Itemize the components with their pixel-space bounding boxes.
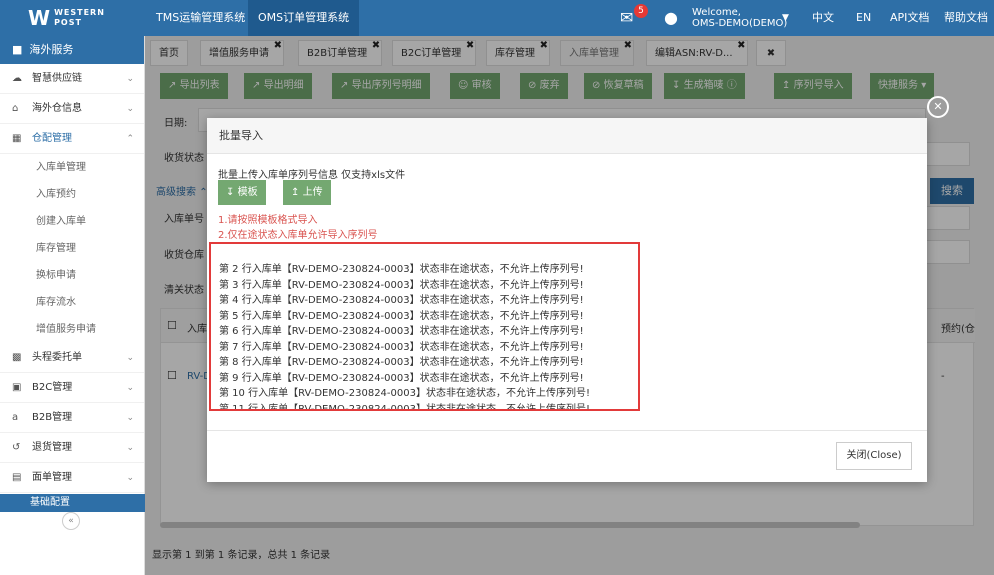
sidebar-item-warehouse-mgmt[interactable]: ▦ 仓配管理 ⌃ (0, 124, 144, 154)
chevron-up-icon: ⌃ (126, 134, 134, 144)
sidebar-subitem-create-inbound[interactable]: 创建入库单 (0, 208, 144, 235)
error-line: 第 3 行入库单【RV-DEMO-230824-0003】状态非在途状态，不允许… (219, 279, 584, 291)
sidebar-item-label: B2C管理 (32, 382, 73, 393)
sidebar-item-label: 头程委托单 (32, 352, 82, 363)
sidebar-item-returns[interactable]: ↺ 退货管理 ⌄ (0, 433, 144, 463)
api-doc-link[interactable]: API文档 (890, 0, 929, 36)
error-line: 第 5 行入库单【RV-DEMO-230824-0003】状态非在途状态，不允许… (219, 310, 584, 322)
template-button[interactable]: ↧ 模板 (218, 180, 266, 205)
cart-icon: ▣ (12, 382, 22, 393)
sidebar-item-label: 海外仓信息 (32, 103, 82, 114)
sidebar-subitem-inventory[interactable]: 库存管理 (0, 235, 144, 262)
document-icon: ▤ (12, 472, 22, 483)
error-line: 第 7 行入库单【RV-DEMO-230824-0003】状态非在途状态，不允许… (219, 341, 584, 353)
sidebar-header-label: 海外服务 (29, 43, 74, 56)
sidebar-item-label: B2B管理 (32, 412, 73, 423)
button-label: 模板 (237, 187, 258, 198)
error-line: 第 6 行入库单【RV-DEMO-230824-0003】状态非在途状态，不允许… (219, 326, 584, 337)
chevron-down-icon: ⌄ (126, 443, 134, 453)
error-line: 第 8 行入库单【RV-DEMO-230824-0003】状态非在途状态，不允许… (219, 357, 584, 368)
top-bar: W WESTERN POST TMS运输管理系统 OMS订单管理系统 ✉ 5 ●… (0, 0, 994, 36)
note-line-2: 2.仅在途状态入库单允许导入序列号 (218, 230, 378, 241)
welcome-text: Welcome, (692, 7, 741, 18)
chevron-down-icon: ⌄ (126, 383, 134, 393)
sidebar-item-warehouse-info[interactable]: ⌂ 海外仓信息 ⌄ (0, 94, 144, 124)
close-button[interactable]: 关闭(Close) (836, 442, 912, 470)
sidebar: ■ 海外服务 ☁ 智慧供应链 ⌄ ⌂ 海外仓信息 ⌄ ▦ 仓配管理 ⌃ 入库单管理 入库预约… (0, 36, 145, 575)
sidebar-subitem-inbound[interactable]: 入库单管理 (0, 154, 144, 181)
lang-en-link[interactable]: EN (856, 0, 871, 36)
modal-close-icon[interactable]: ✕ (927, 96, 949, 118)
sidebar-item-label: 退货管理 (32, 442, 72, 453)
modal-title: 批量导入 (207, 118, 927, 154)
lang-zh-link[interactable]: 中文 (812, 0, 834, 36)
upload-button[interactable]: ↥ 上传 (283, 180, 331, 205)
briefcase-icon: ▩ (12, 352, 22, 363)
sidebar-subitem-appointment[interactable]: 入库预约 (0, 181, 144, 208)
sidebar-subitem-vas[interactable]: 增值服务申请 (0, 316, 144, 343)
cloud-icon: ☁ (12, 73, 22, 84)
error-line: 第 10 行入库单【RV-DEMO-230824-0003】状态非在途状态，不允… (219, 388, 590, 399)
tms-system-tab[interactable]: TMS运输管理系统 (146, 0, 255, 36)
welcome-user[interactable]: Welcome, OMS-DEMO(DEMO) (692, 7, 787, 29)
logo-mark: W (28, 6, 50, 30)
logo-line1: WESTERN (54, 8, 105, 17)
button-label: 上传 (302, 187, 323, 198)
sidebar-subitem-stock-flow[interactable]: 库存流水 (0, 289, 144, 316)
sidebar-item-b2c[interactable]: ▣ B2C管理 ⌄ (0, 373, 144, 403)
modal-divider (207, 430, 927, 431)
error-line: 第 2 行入库单【RV-DEMO-230824-0003】状态非在途状态，不允许… (219, 264, 584, 275)
user-avatar-icon[interactable]: ● (664, 0, 678, 36)
sidebar-subitem-relabel[interactable]: 换标申请 (0, 262, 144, 289)
chevron-down-icon: ⌄ (126, 413, 134, 423)
home-icon: ⌂ (12, 103, 19, 114)
help-doc-link[interactable]: 帮助文档 (944, 0, 988, 36)
sidebar-item-label: 智慧供应链 (32, 73, 82, 84)
logo-line2: POST (54, 18, 82, 27)
grid-icon: ▦ (12, 133, 22, 144)
folder-icon: ■ (12, 43, 23, 56)
sidebar-item-label: 仓配管理 (32, 133, 72, 144)
download-icon: ↧ (226, 187, 235, 198)
sidebar-item-label: 面单管理 (32, 472, 72, 483)
sidebar-item-first-leg[interactable]: ▩ 头程委托单 ⌄ (0, 343, 144, 373)
sidebar-item-b2b[interactable]: a B2B管理 ⌄ (0, 403, 144, 433)
username-text: OMS-DEMO(DEMO) (692, 18, 788, 29)
mail-count-badge: 5 (634, 4, 648, 18)
error-line: 第 11 行入库单【RV-DEMO-230824-0003】状态非在途状态，不允… (219, 403, 590, 411)
sidebar-header[interactable]: ■ 海外服务 (0, 36, 144, 64)
amazon-icon: a (12, 412, 19, 423)
user-dropdown-icon[interactable]: ▼ (782, 0, 789, 36)
sidebar-collapse-icon[interactable]: « (62, 512, 80, 530)
oms-system-tab[interactable]: OMS订单管理系统 (248, 0, 360, 36)
chevron-down-icon: ⌄ (126, 473, 134, 483)
modal-description: 批量上传入库单序列号信息 仅支持xls文件 (218, 170, 406, 181)
error-message-box[interactable]: 第 2 行入库单【RV-DEMO-230824-0003】状态非在途状态，不允许… (209, 242, 640, 411)
mail-icon[interactable]: ✉ (620, 0, 633, 36)
note-line-1: 1.请按照模板格式导入 (218, 215, 318, 226)
sidebar-item-labels[interactable]: ▤ 面单管理 ⌄ (0, 463, 144, 493)
undo-icon: ↺ (12, 442, 21, 453)
chevron-down-icon: ⌄ (126, 104, 134, 114)
chevron-down-icon: ⌄ (126, 74, 134, 84)
upload-icon: ↥ (291, 187, 300, 198)
sidebar-item-supply-chain[interactable]: ☁ 智慧供应链 ⌄ (0, 64, 144, 94)
logo-text: WESTERN POST (54, 8, 105, 28)
error-line: 第 4 行入库单【RV-DEMO-230824-0003】状态非在途状态，不允许… (219, 295, 584, 306)
batch-import-modal: 批量导入 批量上传入库单序列号信息 仅支持xls文件 ↧ 模板 ↥ 上传 1.请… (207, 118, 927, 482)
sidebar-item-base-config[interactable]: 基础配置 (0, 494, 145, 512)
chevron-down-icon: ⌄ (126, 353, 134, 363)
error-line: 第 9 行入库单【RV-DEMO-230824-0003】状态非在途状态，不允许… (219, 372, 584, 384)
brand-logo[interactable]: W WESTERN POST (0, 0, 145, 36)
